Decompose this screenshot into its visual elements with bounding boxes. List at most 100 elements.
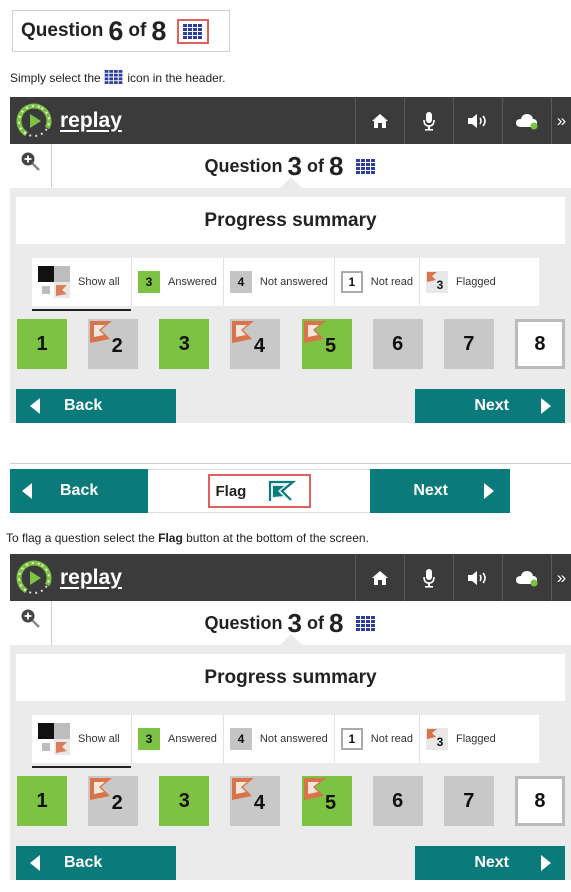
progress-summary-panel: Progress summary Show all 3 Answered 4 N… [10, 188, 571, 423]
back-label: Back [60, 482, 99, 499]
volume-button[interactable] [453, 554, 502, 601]
flag-corner-icon [303, 778, 326, 800]
flag-corner-icon [232, 321, 255, 343]
legend-answered[interactable]: 3 Answered [132, 715, 224, 763]
home-button[interactable] [355, 97, 404, 144]
answered-chip: 3 [138, 728, 160, 750]
next-button[interactable]: Next [370, 469, 510, 513]
back-button[interactable]: Back [10, 469, 148, 513]
flag-nav-bar: Back Flag Next [10, 469, 510, 513]
question-box-8[interactable]: 8 [514, 319, 565, 369]
legend-not-answered[interactable]: 4 Not answered [224, 715, 335, 763]
legend-not-read-label: Not read [370, 733, 413, 745]
question-prefix: Question [21, 20, 104, 41]
legend-flagged-label: Flagged [456, 733, 496, 745]
flag-label: Flag [215, 482, 247, 500]
question-box-5[interactable]: 5 [301, 776, 352, 826]
grid-icon [183, 23, 203, 39]
question-row: Question 3 of 8 [10, 144, 571, 189]
progress-summary-title: Progress summary [16, 197, 565, 244]
not-answered-chip: 4 [229, 728, 252, 750]
next-button[interactable]: Next [415, 389, 565, 423]
not-read-chip: 1 [340, 728, 363, 750]
question-box-number: 4 [253, 791, 265, 814]
flag-icon [269, 480, 297, 501]
question-box-number: 7 [463, 332, 475, 355]
legend-show-all[interactable]: Show all [32, 258, 132, 311]
question-box-2[interactable]: 2 [88, 776, 139, 826]
question-box-5[interactable]: 5 [301, 319, 352, 369]
flag-button[interactable]: Flag [207, 474, 311, 508]
grid-icon[interactable] [356, 615, 376, 631]
progress-summary-panel: Progress summary Show all 3 Answered 4 N… [10, 645, 571, 880]
microphone-button[interactable] [404, 97, 453, 144]
instruction-text-before: Simply select the [10, 71, 101, 85]
section-divider [10, 463, 571, 464]
question-box-number: 5 [325, 334, 337, 357]
question-box-4[interactable]: 4 [230, 776, 281, 826]
question-box-number: 3 [178, 789, 190, 812]
legend-not-answered[interactable]: 4 Not answered [224, 258, 335, 306]
more-button[interactable]: » [551, 97, 571, 144]
next-label: Next [474, 397, 509, 414]
volume-button[interactable] [453, 97, 502, 144]
show-all-underline [32, 309, 131, 311]
back-button[interactable]: Back [16, 389, 176, 423]
arrow-left-icon [22, 483, 32, 499]
zoom-button[interactable] [10, 144, 52, 188]
next-button[interactable]: Next [415, 846, 565, 880]
arrow-left-icon [30, 398, 40, 414]
question-box-number: 3 [178, 332, 190, 355]
replay-logo: replay [10, 560, 122, 596]
microphone-icon [423, 111, 435, 131]
question-total: 8 [151, 15, 167, 46]
question-grid: 1 2 3 4 5 6 7 8 [16, 319, 565, 369]
question-box-6[interactable]: 6 [372, 776, 423, 826]
question-box-number: 6 [392, 789, 404, 812]
question-box-3[interactable]: 3 [159, 776, 210, 826]
grid-icon[interactable] [356, 158, 376, 174]
question-box-4[interactable]: 4 [230, 319, 281, 369]
question-box-8[interactable]: 8 [514, 776, 565, 826]
cloud-status-button[interactable] [502, 554, 551, 601]
flag-button-area: Flag [148, 469, 370, 513]
chevron-double-right-icon: » [556, 110, 567, 130]
question-box-number: 8 [534, 789, 546, 812]
legend-flagged[interactable]: 3 Flagged [420, 715, 502, 763]
instruction-flag: To flag a question select the Flag butto… [6, 531, 369, 545]
question-box-number: 1 [36, 789, 48, 812]
question-box-2[interactable]: 2 [88, 319, 139, 369]
question-grid: 1 2 3 4 5 6 7 8 [16, 776, 565, 826]
chevron-double-right-icon: » [556, 567, 567, 587]
legend-not-read[interactable]: 1 Not read [335, 258, 420, 306]
arrow-right-icon [484, 483, 494, 499]
question-box-3[interactable]: 3 [159, 319, 210, 369]
back-button[interactable]: Back [16, 846, 176, 880]
legend-not-answered-label: Not answered [259, 276, 328, 288]
legend-answered[interactable]: 3 Answered [132, 258, 224, 306]
cloud-status-button[interactable] [502, 97, 551, 144]
question-box-7[interactable]: 7 [443, 776, 494, 826]
app-topbar: replay » [10, 97, 571, 144]
question-prefix: Question [204, 612, 283, 633]
replay-panel-flag-example: replay » Question 3 of 8 Progress summar… [10, 554, 571, 880]
microphone-button[interactable] [404, 554, 453, 601]
question-box-6[interactable]: 6 [372, 319, 423, 369]
legend-not-read[interactable]: 1 Not read [335, 715, 420, 763]
grid-icon-highlight[interactable] [177, 18, 210, 44]
zoom-button[interactable] [10, 601, 52, 645]
home-button[interactable] [355, 554, 404, 601]
question-box-7[interactable]: 7 [443, 319, 494, 369]
replay-logo-text: replay [60, 565, 122, 589]
legend-flagged[interactable]: 3 Flagged [420, 258, 502, 306]
not-read-chip: 1 [340, 271, 363, 293]
legend-flagged-label: Flagged [456, 276, 496, 288]
arrow-right-icon [541, 855, 551, 871]
question-box-1[interactable]: 1 [17, 319, 67, 369]
legend-show-all[interactable]: Show all [32, 715, 132, 768]
more-button[interactable]: » [551, 554, 571, 601]
replay-logo: replay [10, 103, 122, 139]
question-box-1[interactable]: 1 [17, 776, 67, 826]
topbar-icons: » [355, 97, 571, 144]
flag-corner-icon [232, 778, 255, 800]
